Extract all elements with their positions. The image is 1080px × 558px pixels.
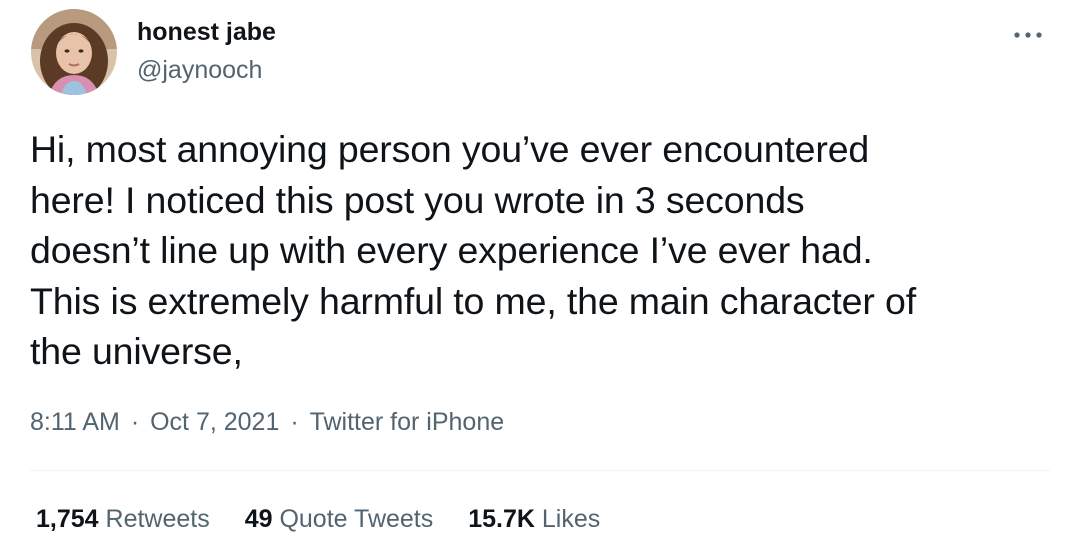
display-name[interactable]: honest jabe [137, 16, 276, 48]
retweets-label: Retweets [105, 505, 210, 533]
user-handle[interactable]: @jaynooch [137, 54, 262, 86]
meta-separator: · [290, 408, 299, 436]
likes-count: 15.7K [468, 505, 535, 533]
retweets-stat[interactable]: 1,754 Retweets [36, 502, 210, 536]
quote-tweets-stat[interactable]: 49 Quote Tweets [245, 502, 434, 536]
tweet-metadata: 8:11 AM · Oct 7, 2021 · Twitter for iPho… [30, 405, 504, 439]
tweet-text: Hi, most annoying person you’ve ever enc… [30, 128, 916, 372]
tweet-time[interactable]: 8:11 AM [30, 405, 120, 439]
tweet-date[interactable]: Oct 7, 2021 [150, 405, 279, 439]
likes-stat[interactable]: 15.7K Likes [468, 502, 600, 536]
avatar[interactable] [31, 9, 117, 95]
tweet-card: honest jabe @jaynooch Hi, most annoying … [0, 0, 1080, 558]
tweet-source[interactable]: Twitter for iPhone [310, 405, 505, 439]
retweets-count: 1,754 [36, 505, 99, 533]
quote-tweets-label: Quote Tweets [279, 505, 434, 533]
meta-separator: · [130, 408, 140, 436]
quote-tweets-count: 49 [244, 505, 273, 533]
more-options-icon[interactable] [1008, 22, 1048, 48]
divider [30, 470, 1050, 471]
likes-label: Likes [541, 505, 601, 533]
tweet-stats: 1,754 Retweets 49 Quote Tweets 15.7K Lik… [36, 502, 628, 536]
